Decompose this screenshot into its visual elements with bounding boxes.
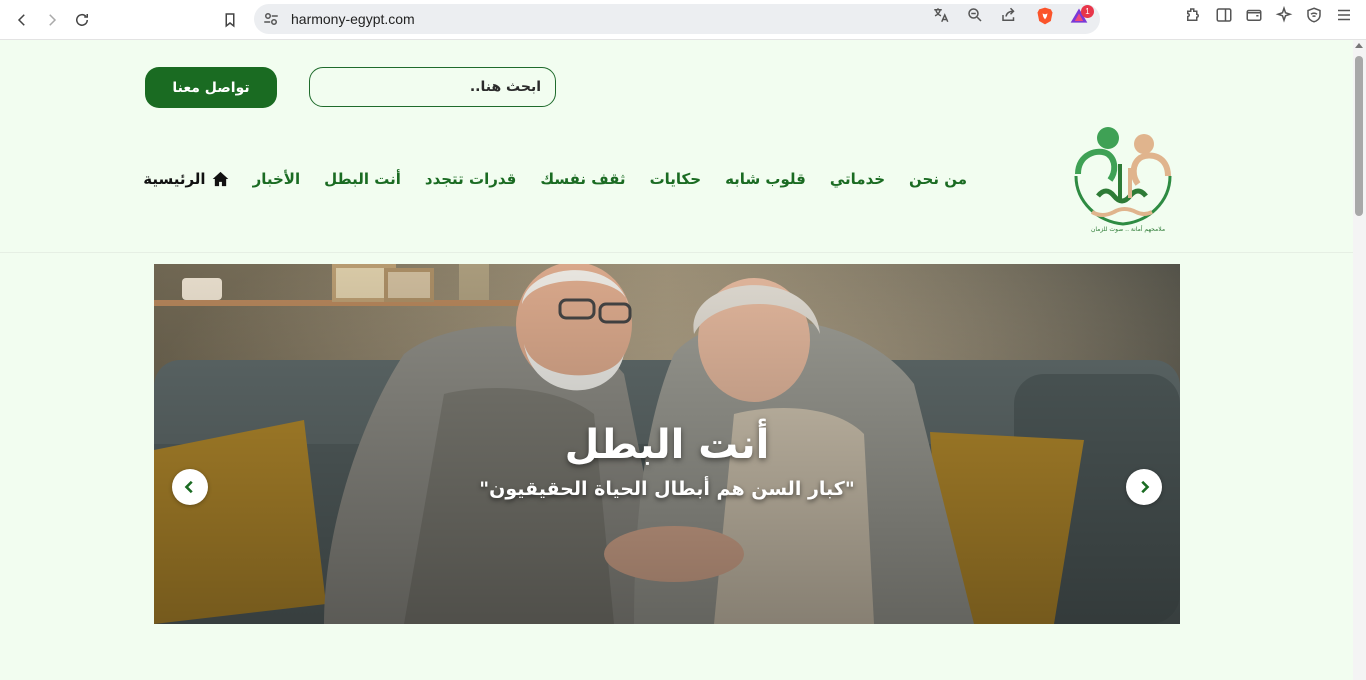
contact-us-button[interactable]: تواصل معنا xyxy=(145,67,277,108)
nav-item-home[interactable]: الرئيسية xyxy=(143,170,228,188)
site-logo[interactable] xyxy=(1068,124,1178,240)
header-divider xyxy=(0,252,1353,253)
share-icon[interactable] xyxy=(1000,6,1018,24)
bookmark-icon[interactable] xyxy=(218,8,242,32)
notification-badge: 1 xyxy=(1081,5,1094,18)
site-settings-icon[interactable] xyxy=(262,10,280,28)
hero-subtitle: "كبار السن هم أبطال الحياة الحقيقيون" xyxy=(479,478,855,500)
nav-item-my-services[interactable]: خدماتي xyxy=(830,170,885,188)
nav-item-stories[interactable]: حكايات xyxy=(650,170,702,188)
nav-item-young-hearts[interactable]: قلوب شابه xyxy=(725,170,806,188)
extensions-icon[interactable] xyxy=(1184,6,1202,24)
vpn-icon[interactable] xyxy=(1305,6,1323,24)
leo-ai-icon[interactable] xyxy=(1275,6,1293,24)
nav-item-about-us[interactable]: من نحن xyxy=(909,170,967,188)
nav-item-news[interactable]: الأخبار xyxy=(253,170,301,188)
search-box[interactable] xyxy=(309,67,556,107)
browser-toolbar: harmony-egypt.com 1 xyxy=(0,0,1366,40)
logo-tagline: ملامحهم أمانة .. صوت للزمان xyxy=(1090,226,1166,233)
url-text: harmony-egypt.com xyxy=(291,11,415,27)
reload-icon[interactable] xyxy=(70,8,94,32)
home-icon xyxy=(212,171,228,187)
forward-icon[interactable] xyxy=(40,8,64,32)
translate-icon[interactable] xyxy=(932,6,950,24)
scroll-up-arrow-icon[interactable] xyxy=(1355,43,1363,48)
hero-slider: أنت البطل "كبار السن هم أبطال الحياة الح… xyxy=(154,264,1180,624)
slider-next-button[interactable] xyxy=(1126,469,1162,505)
back-icon[interactable] xyxy=(10,8,34,32)
main-nav: الرئيسية الأخبار أنت البطل قدرات تتجدد ث… xyxy=(143,170,967,188)
slider-prev-button[interactable] xyxy=(172,469,208,505)
scrollbar-thumb[interactable] xyxy=(1355,56,1363,216)
nav-item-renewed-abilities[interactable]: قدرات تتجدد xyxy=(425,170,517,188)
nav-item-you-are-the-hero[interactable]: أنت البطل xyxy=(324,170,401,188)
search-input[interactable] xyxy=(310,68,555,106)
chevron-left-icon xyxy=(184,480,193,494)
zoom-out-icon[interactable] xyxy=(966,6,984,24)
menu-icon[interactable] xyxy=(1335,6,1353,24)
chevron-right-icon xyxy=(1141,480,1150,494)
hero-title: أنت البطل xyxy=(564,422,770,468)
brave-shield-icon[interactable] xyxy=(1035,6,1055,26)
nav-item-label: الرئيسية xyxy=(143,170,206,188)
nav-item-educate-yourself[interactable]: ثقف نفسك xyxy=(540,170,625,188)
wallet-icon[interactable] xyxy=(1245,6,1263,24)
sidebar-icon[interactable] xyxy=(1215,6,1233,24)
